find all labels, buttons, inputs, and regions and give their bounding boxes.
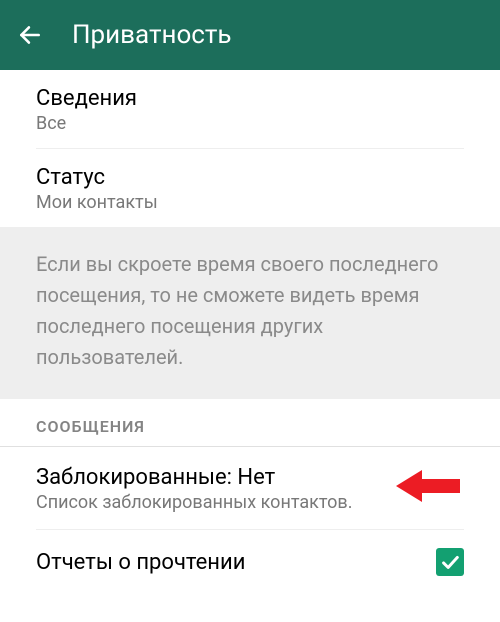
setting-read-receipts[interactable]: Отчеты о прочтении bbox=[0, 530, 500, 594]
setting-status[interactable]: Статус Мои контакты bbox=[0, 149, 500, 227]
setting-blocked[interactable]: Заблокированные: Нет Список заблокирован… bbox=[0, 447, 500, 529]
app-header: Приватность bbox=[0, 0, 500, 70]
arrow-annotation-icon bbox=[396, 469, 460, 503]
setting-about[interactable]: Сведения Все bbox=[0, 70, 500, 148]
read-receipts-label: Отчеты о прочтении bbox=[36, 550, 245, 575]
settings-content: Сведения Все Статус Мои контакты Если вы… bbox=[0, 70, 500, 594]
setting-about-value: Все bbox=[36, 113, 464, 134]
back-icon[interactable] bbox=[16, 21, 44, 49]
info-text: Если вы скроете время своего последнего … bbox=[0, 227, 500, 399]
page-title: Приватность bbox=[72, 20, 232, 50]
read-receipts-checkbox[interactable] bbox=[436, 548, 464, 576]
section-header-messages: СООБЩЕНИЯ bbox=[0, 399, 500, 447]
setting-about-title: Сведения bbox=[36, 86, 464, 111]
setting-status-title: Статус bbox=[36, 165, 464, 190]
setting-status-value: Мои контакты bbox=[36, 192, 464, 213]
